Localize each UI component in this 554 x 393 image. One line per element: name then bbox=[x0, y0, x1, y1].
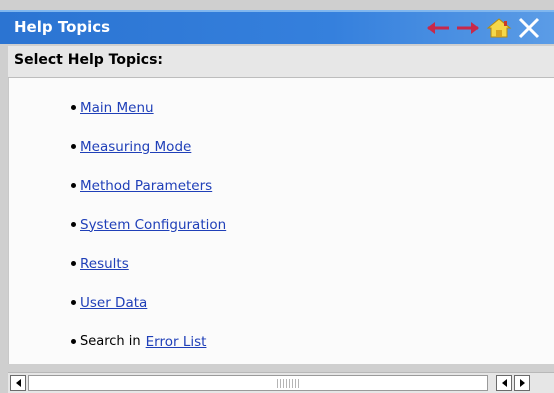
close-button[interactable] bbox=[516, 16, 542, 40]
topic-method-parameters: Method Parameters bbox=[71, 166, 226, 205]
topic-results: Results bbox=[71, 244, 226, 283]
home-button[interactable] bbox=[486, 16, 512, 40]
search-in-label: Search in bbox=[80, 334, 141, 349]
forward-arrow-icon bbox=[457, 22, 479, 34]
topics-list: Main Menu Measuring Mode Method Paramete… bbox=[71, 88, 226, 361]
arrow-left-icon bbox=[501, 379, 507, 387]
title-bar: Help Topics bbox=[0, 10, 554, 44]
help-window: Help Topics Select Help Topics: Main Men… bbox=[0, 0, 554, 393]
link-measuring-mode[interactable]: Measuring Mode bbox=[80, 139, 191, 155]
bullet-icon bbox=[71, 339, 76, 344]
bullet-icon bbox=[71, 144, 76, 149]
back-arrow-icon bbox=[427, 22, 449, 34]
topic-main-menu: Main Menu bbox=[71, 88, 226, 127]
window-title: Help Topics bbox=[14, 18, 111, 36]
topic-user-data: User Data bbox=[71, 283, 226, 322]
scroll-left-button[interactable] bbox=[10, 375, 26, 391]
close-icon bbox=[518, 17, 540, 39]
bullet-icon bbox=[71, 105, 76, 110]
link-user-data[interactable]: User Data bbox=[80, 295, 147, 311]
link-results[interactable]: Results bbox=[80, 256, 129, 272]
scroll-right-button[interactable] bbox=[514, 375, 530, 391]
topic-error-list: Search in Error List bbox=[71, 322, 226, 361]
topic-measuring-mode: Measuring Mode bbox=[71, 127, 226, 166]
help-topics-header: Select Help Topics: bbox=[8, 46, 554, 78]
scroll-left-button-alt[interactable] bbox=[496, 375, 512, 391]
home-icon bbox=[486, 18, 512, 38]
bullet-icon bbox=[71, 300, 76, 305]
bullet-icon bbox=[71, 261, 76, 266]
scroll-grip-icon[interactable] bbox=[277, 379, 299, 388]
topic-system-configuration: System Configuration bbox=[71, 205, 226, 244]
scroll-track[interactable] bbox=[28, 375, 488, 391]
arrow-left-icon bbox=[15, 379, 21, 387]
bullet-icon bbox=[71, 222, 76, 227]
forward-button[interactable] bbox=[455, 16, 481, 40]
link-main-menu[interactable]: Main Menu bbox=[80, 100, 154, 116]
link-error-list[interactable]: Error List bbox=[146, 334, 207, 350]
back-button[interactable] bbox=[425, 16, 451, 40]
bullet-icon bbox=[71, 183, 76, 188]
arrow-right-icon bbox=[519, 379, 525, 387]
header-label: Select Help Topics: bbox=[14, 52, 164, 68]
link-method-parameters[interactable]: Method Parameters bbox=[80, 178, 212, 194]
link-system-configuration[interactable]: System Configuration bbox=[80, 217, 226, 233]
horizontal-scrollbar[interactable] bbox=[8, 372, 554, 393]
topics-panel: Main Menu Measuring Mode Method Paramete… bbox=[8, 78, 554, 364]
